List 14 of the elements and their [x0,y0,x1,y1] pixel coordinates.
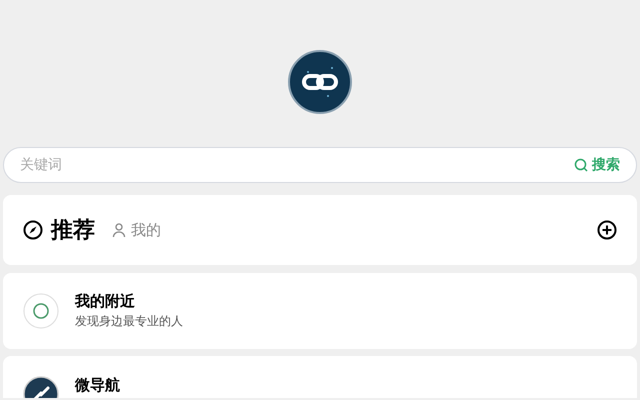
search-input: 关键词 [20,154,574,176]
list-item[interactable]: 我的附近 发现身边最专业的人 [3,273,637,349]
tab[interactable]: 推荐 [23,214,95,246]
item-title: 我的附近 [75,292,136,310]
circle-icon [23,293,59,329]
list-item[interactable]: 微导航 [3,356,637,398]
item-subtitle: 发现身边最专业的人 [75,313,183,330]
tab[interactable]: 我的 [111,218,161,242]
add-icon[interactable] [597,220,617,240]
search-icon [574,158,588,172]
person-icon [111,222,127,238]
link-logo-icon [288,50,352,114]
compass-icon [23,220,43,240]
item-title: 微导航 [75,376,120,394]
